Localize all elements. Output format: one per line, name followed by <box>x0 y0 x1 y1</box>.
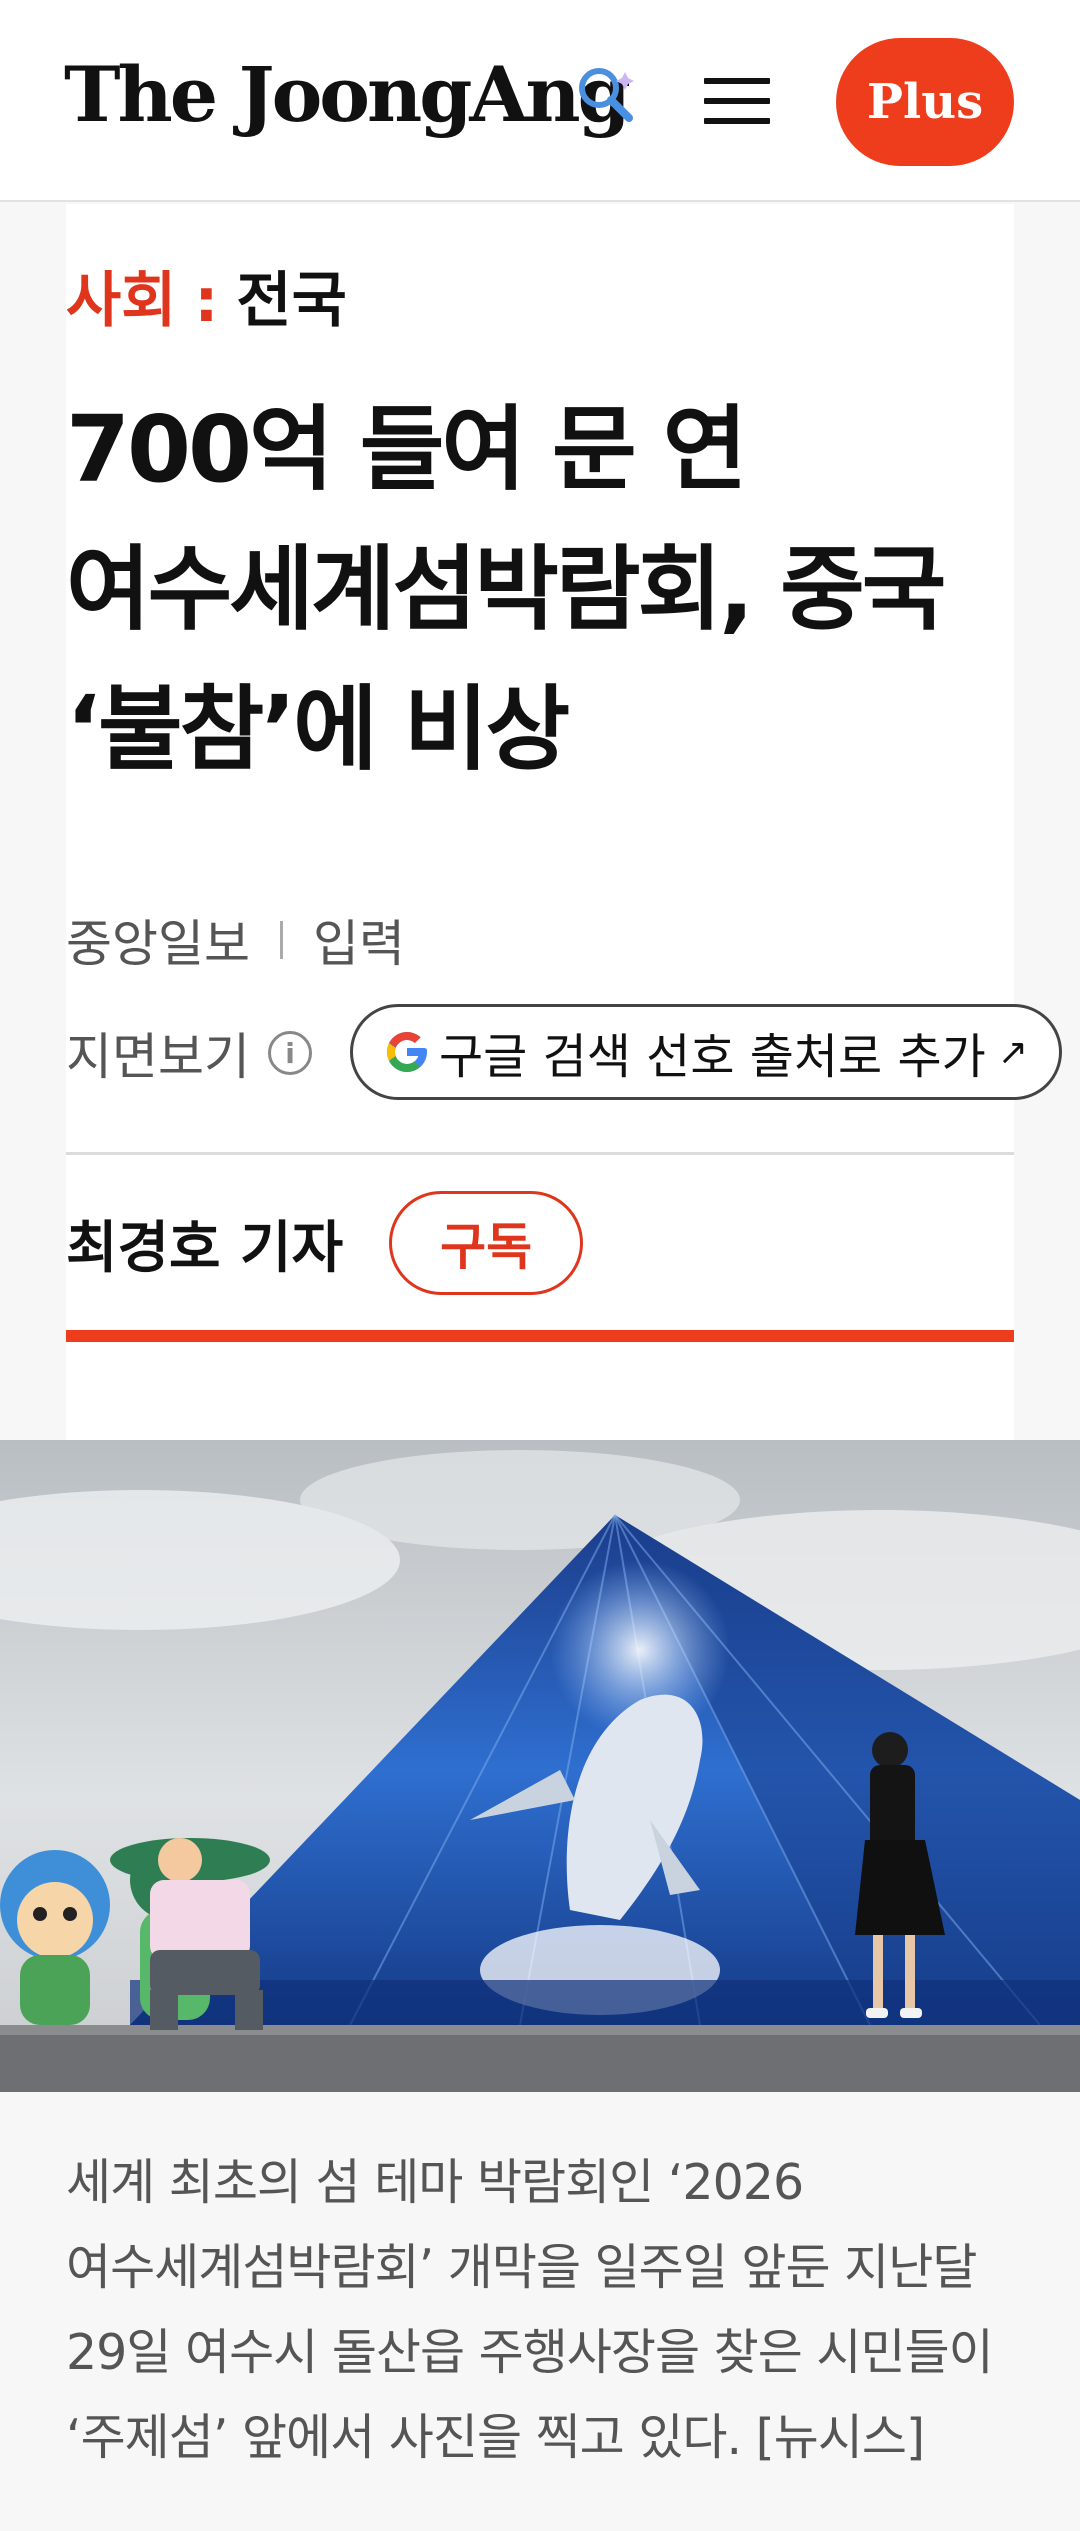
breadcrumb-separator: : <box>194 266 219 336</box>
plus-button[interactable]: Plus <box>836 38 1014 166</box>
google-preferred-source-button[interactable]: 구글 검색 선호 출처로 추가 ↗ <box>350 1004 1062 1100</box>
article-photo[interactable] <box>0 1440 1080 2092</box>
photo-caption: 세계 최초의 섬 테마 박람회인 ‘2026 여수세계섬박람회’ 개막을 일주일… <box>66 2140 1014 2480</box>
external-arrow-icon: ↗ <box>997 1031 1028 1073</box>
info-icon[interactable]: i <box>268 1031 312 1075</box>
subsection-link[interactable]: 전국 <box>236 266 346 336</box>
caption-line: ‘주제섬’ 앞에서 사진을 찍고 있다. [뉴시스] <box>66 2409 925 2466</box>
breadcrumb: 사회: 전국 <box>66 252 347 339</box>
site-header: The JoongAng Plus <box>0 0 1080 202</box>
author-name[interactable]: 최경호 기자 <box>66 1203 343 1284</box>
site-logo[interactable]: The JoongAng <box>64 50 631 139</box>
divider <box>66 1152 1014 1155</box>
menu-icon[interactable] <box>704 78 770 124</box>
headline-line: 700억 들여 문 연 <box>66 396 747 503</box>
article-meta: 중앙일보 입력 <box>66 904 405 976</box>
article-header: 사회: 전국 700억 들여 문 연 여수세계섬박람회, 중국 ‘불참’에 비상 … <box>66 204 1062 1440</box>
google-icon <box>387 1032 427 1072</box>
input-date-label: 입력 <box>313 915 405 973</box>
headline-line: ‘불참’에 비상 <box>66 676 570 783</box>
search-icon[interactable] <box>575 64 637 126</box>
caption-line: 여수세계섬박람회’ 개막을 일주일 앞둔 지난달 <box>66 2239 977 2296</box>
source-label: 중앙일보 <box>66 915 250 973</box>
accent-divider <box>66 1330 1014 1342</box>
google-button-label: 구글 검색 선호 출처로 추가 <box>439 1029 986 1085</box>
meta-divider <box>280 921 283 959</box>
print-edition-link[interactable]: 지면보기 <box>66 1017 250 1089</box>
caption-line: 세계 최초의 섬 테마 박람회인 ‘2026 <box>66 2154 804 2211</box>
author-row: 최경호 기자 구독 <box>66 1188 584 1298</box>
section-link[interactable]: 사회 <box>66 266 176 336</box>
print-row: 지면보기 i 구글 검색 선호 출처로 추가 ↗ <box>66 1004 1062 1102</box>
article-headline: 700억 들여 문 연 여수세계섬박람회, 중국 ‘불참’에 비상 <box>66 380 1014 800</box>
caption-line: 29일 여수시 돌산읍 주행사장을 찾은 시민들이 <box>66 2324 994 2381</box>
headline-line: 여수세계섬박람회, 중국 <box>66 536 946 643</box>
subscribe-button[interactable]: 구독 <box>389 1191 584 1295</box>
